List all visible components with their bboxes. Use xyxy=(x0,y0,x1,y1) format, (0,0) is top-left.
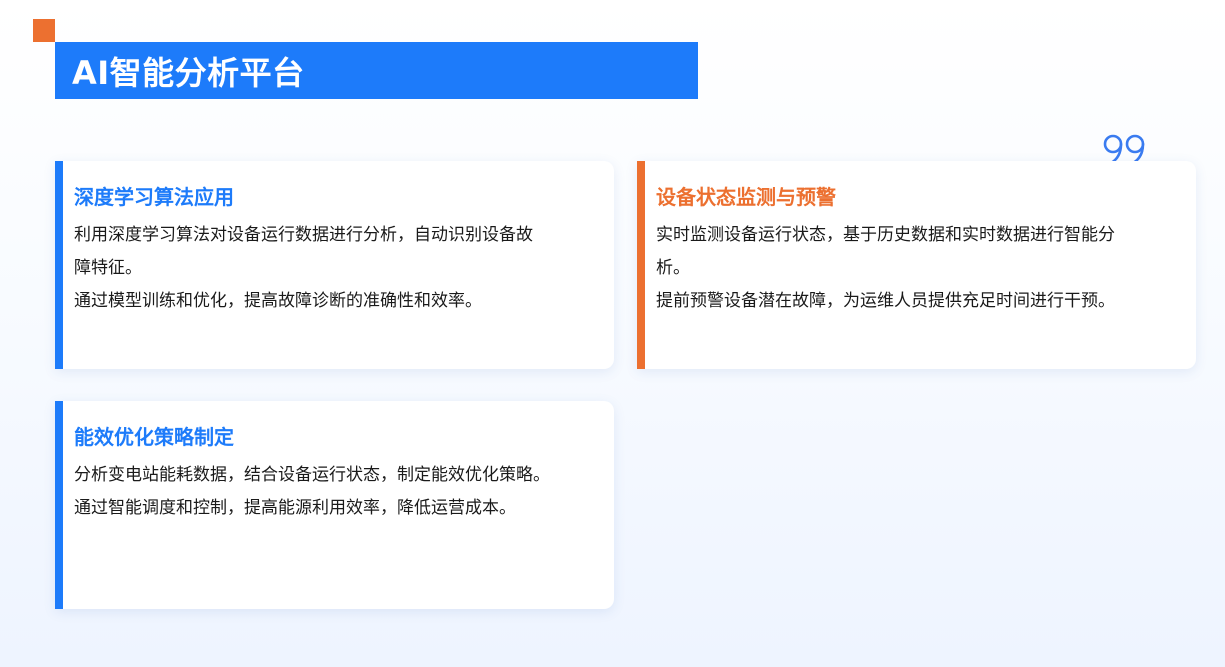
card-deep-learning: 深度学习算法应用 利用深度学习算法对设备运行数据进行分析，自动识别设备故 障特征… xyxy=(55,161,614,369)
card-title: 能效优化策略制定 xyxy=(74,425,234,449)
card-text-line: 通过智能调度和控制，提高能源利用效率，降低运营成本。 xyxy=(74,498,516,518)
card-energy-optimization: 能效优化策略制定 分析变电站能耗数据，结合设备运行状态，制定能效优化策略。 通过… xyxy=(55,401,614,609)
card-text-line: 通过模型训练和优化，提高故障诊断的准确性和效率。 xyxy=(74,291,482,311)
card-text-line: 析。 xyxy=(656,258,690,278)
card-text-line: 障特征。 xyxy=(74,258,142,278)
card-text-line: 利用深度学习算法对设备运行数据进行分析，自动识别设备故 xyxy=(74,225,533,245)
card-text-line: 实时监测设备运行状态，基于历史数据和实时数据进行智能分 xyxy=(656,225,1115,245)
accent-square xyxy=(33,19,55,42)
title-banner: AI智能分析平台 xyxy=(55,42,698,99)
card-text-line: 分析变电站能耗数据，结合设备运行状态，制定能效优化策略。 xyxy=(74,465,550,485)
page-title: AI智能分析平台 xyxy=(72,53,305,92)
card-text-line: 提前预警设备潜在故障，为运维人员提供充足时间进行干预。 xyxy=(656,291,1115,311)
card-title: 设备状态监测与预警 xyxy=(656,185,836,209)
card-monitoring-warning: 设备状态监测与预警 实时监测设备运行状态，基于历史数据和实时数据进行智能分 析。… xyxy=(637,161,1196,369)
card-title: 深度学习算法应用 xyxy=(74,185,234,209)
